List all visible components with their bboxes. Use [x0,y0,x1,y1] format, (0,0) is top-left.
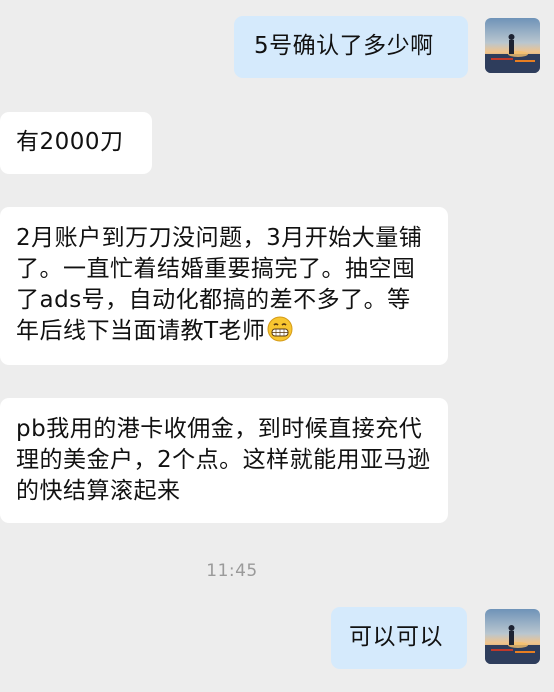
message-text: 有2000刀 [16,129,124,155]
message-text: 5号确认了多少啊 [254,33,434,59]
message-bubble-incoming[interactable]: 2月账户到万刀没问题，3月开始大量铺了。一直忙着结婚重要搞完了。抽空囤了ads号… [0,207,448,365]
message-bubble-outgoing[interactable]: 可以可以 [331,607,467,669]
grinning-face-emoji [266,316,294,351]
message-text: 可以可以 [349,624,443,650]
message-bubble-outgoing[interactable]: 5号确认了多少啊 [234,16,468,78]
message-bubble-incoming[interactable]: pb我用的港卡收佣金，到时候直接充代理的美金户，2个点。这样就能用亚马逊的快结算… [0,398,448,523]
message-text: 2月账户到万刀没问题，3月开始大量铺了。一直忙着结婚重要搞完了。抽空囤了ads号… [16,225,423,344]
avatar[interactable] [485,18,540,73]
message-text: pb我用的港卡收佣金，到时候直接充代理的美金户，2个点。这样就能用亚马逊的快结算… [16,416,431,504]
message-bubble-incoming[interactable]: 有2000刀 [0,112,152,174]
avatar-sunset-image [485,18,540,73]
avatar[interactable] [485,609,540,664]
message-timestamp: 11:45 [206,561,258,581]
avatar-sunset-image [485,609,540,664]
